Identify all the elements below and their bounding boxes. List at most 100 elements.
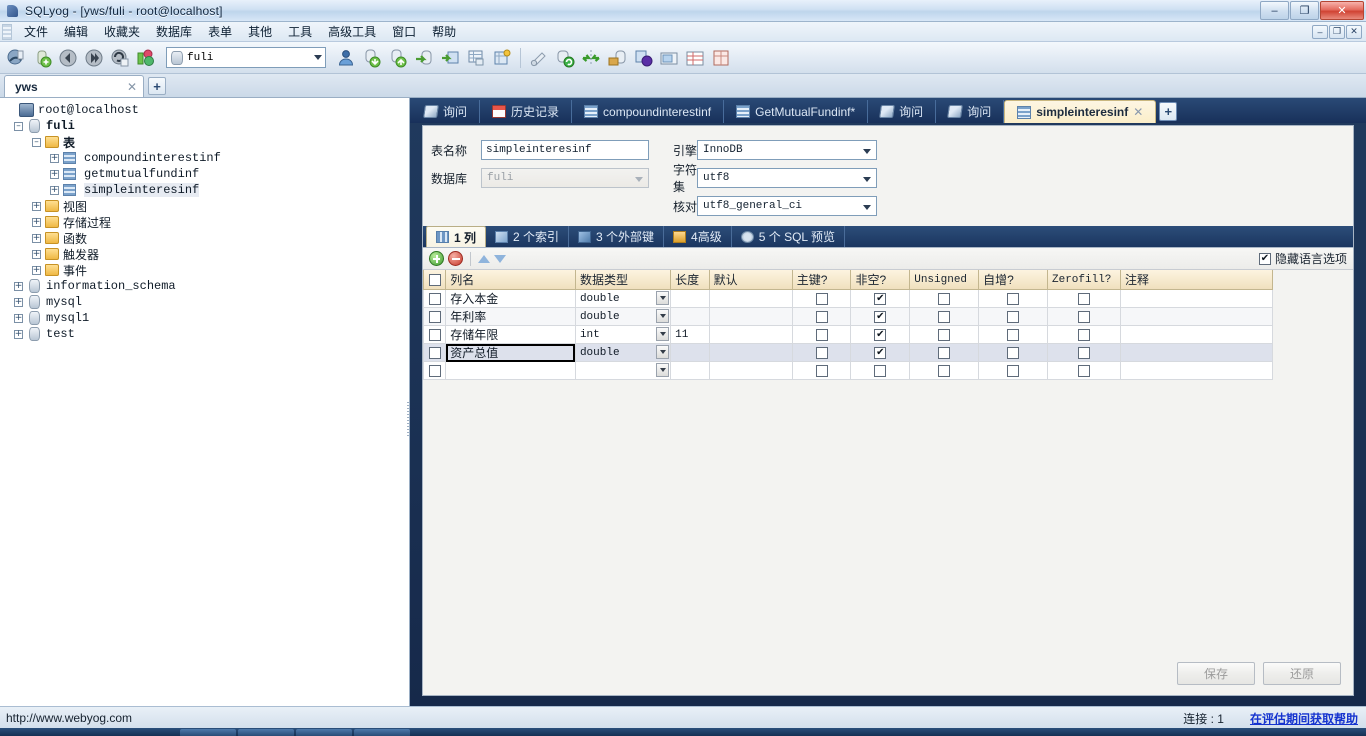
tab-indexes[interactable]: 2 个索引 — [486, 226, 570, 247]
checkbox-icon[interactable] — [815, 364, 828, 377]
compare-icon[interactable] — [579, 46, 603, 70]
header-comment[interactable]: 注释 — [1119, 270, 1274, 290]
user-manager-icon[interactable] — [334, 46, 358, 70]
status-help-link[interactable]: 在评估期间获取帮助 — [1250, 710, 1358, 727]
expand-icon[interactable]: + — [50, 153, 59, 163]
mdi-close-button[interactable]: ✕ — [1346, 24, 1362, 39]
cell-auto-increment[interactable] — [978, 307, 1048, 326]
cell-default[interactable] — [708, 343, 793, 362]
header-length[interactable]: 长度 — [670, 270, 710, 290]
tree-node-events-folder[interactable]: + 事件 — [4, 262, 409, 278]
checkbox-icon[interactable] — [938, 292, 951, 305]
cell-length[interactable] — [670, 307, 710, 326]
cell-datatype[interactable]: double — [574, 307, 672, 326]
chevron-down-icon[interactable] — [656, 327, 670, 341]
row-select-cell[interactable] — [422, 307, 447, 326]
back-icon[interactable] — [56, 46, 80, 70]
header-default[interactable]: 默认 — [708, 270, 793, 290]
menu-item-database[interactable]: 数据库 — [148, 21, 200, 42]
expand-icon[interactable]: + — [32, 249, 41, 259]
cell-not-null[interactable]: ✔ — [850, 307, 911, 326]
checkbox-checked-icon[interactable]: ✔ — [1258, 252, 1271, 265]
database-selector[interactable]: fuli — [166, 47, 326, 68]
cell-zerofill[interactable] — [1047, 343, 1121, 362]
menu-item-others[interactable]: 其他 — [240, 21, 280, 42]
close-icon[interactable]: ✕ — [127, 80, 137, 94]
cell-primary-key[interactable] — [791, 289, 852, 308]
new-editor-tab-button[interactable]: + — [1159, 102, 1178, 121]
tree-node-simpleinteresinf[interactable]: + simpleinteresinf — [4, 182, 409, 198]
cell-unsigned[interactable] — [909, 289, 980, 308]
cell-auto-increment[interactable] — [978, 343, 1048, 362]
cell-auto-increment[interactable] — [978, 361, 1048, 380]
checkbox-icon[interactable] — [815, 328, 828, 341]
checkbox-checked-icon[interactable]: ✔ — [874, 328, 887, 341]
tab-query-2[interactable]: 询问 — [868, 100, 937, 123]
move-down-icon[interactable] — [494, 254, 506, 263]
menu-item-tools[interactable]: 工具 — [280, 21, 320, 42]
menu-item-table[interactable]: 表单 — [200, 21, 240, 42]
cell-primary-key[interactable] — [791, 307, 852, 326]
cell-zerofill[interactable] — [1047, 361, 1121, 380]
cell-datatype[interactable]: int — [574, 325, 672, 344]
table-row[interactable]: 资产总值 double ✔ — [422, 343, 1274, 362]
grid-view-icon[interactable] — [683, 46, 707, 70]
cell-primary-key[interactable] — [791, 343, 852, 362]
notifications-icon[interactable] — [631, 46, 655, 70]
tab-foreign-keys[interactable]: 3 个外部键 — [569, 226, 665, 247]
cell-column-name[interactable]: 年利率 — [445, 307, 576, 326]
forward-icon[interactable] — [82, 46, 106, 70]
checkbox-checked-icon[interactable]: ✔ — [874, 292, 887, 305]
checkbox-icon[interactable] — [1077, 346, 1090, 359]
cell-comment[interactable] — [1119, 325, 1274, 344]
table-name-input[interactable]: simpleinteresinf — [481, 140, 649, 160]
scheduler-icon[interactable] — [657, 46, 681, 70]
checkbox-icon[interactable] — [1077, 292, 1090, 305]
checkbox-icon[interactable] — [428, 364, 441, 377]
cell-not-null[interactable]: ✔ — [850, 343, 911, 362]
cell-datatype[interactable] — [574, 361, 672, 380]
tree-node-views-folder[interactable]: + 视图 — [4, 198, 409, 214]
cell-unsigned[interactable] — [909, 307, 980, 326]
checkbox-icon[interactable] — [1007, 328, 1020, 341]
tree-node-mysql1[interactable]: + mysql1 — [4, 310, 409, 326]
tree-node-tables-folder[interactable]: – 表 — [4, 134, 409, 150]
expand-icon[interactable]: + — [32, 233, 41, 243]
header-column-name[interactable]: 列名 — [445, 270, 576, 290]
cell-unsigned[interactable] — [909, 325, 980, 344]
cell-column-name[interactable]: 资产总值 — [445, 343, 576, 362]
cell-datatype[interactable]: double — [574, 343, 672, 362]
cell-default[interactable] — [708, 307, 793, 326]
cell-primary-key[interactable] — [791, 325, 852, 344]
cell-length[interactable] — [670, 343, 710, 362]
checkbox-icon[interactable] — [1007, 310, 1020, 323]
checkbox-icon[interactable] — [428, 310, 441, 323]
menu-item-powertools[interactable]: 高级工具 — [320, 21, 384, 42]
menu-item-favorites[interactable]: 收藏夹 — [96, 21, 148, 42]
menu-item-edit[interactable]: 编辑 — [56, 21, 96, 42]
cell-default[interactable] — [708, 361, 793, 380]
export-icon[interactable] — [386, 46, 410, 70]
tab-history[interactable]: 历史记录 — [480, 100, 573, 123]
taskbar-item[interactable] — [180, 729, 236, 736]
tree-node-root[interactable]: root@localhost — [4, 102, 409, 118]
header-not-null[interactable]: 非空? — [850, 270, 911, 290]
new-connection-tab-button[interactable]: + — [148, 77, 166, 95]
collapse-icon[interactable]: – — [32, 137, 41, 147]
color-tools-icon[interactable] — [134, 46, 158, 70]
row-select-cell[interactable] — [422, 325, 447, 344]
expand-icon[interactable]: + — [32, 217, 41, 227]
checkbox-icon[interactable] — [938, 328, 951, 341]
import-icon[interactable] — [360, 46, 384, 70]
checkbox-checked-icon[interactable]: ✔ — [874, 346, 887, 359]
schema-key-icon[interactable] — [490, 46, 514, 70]
delete-row-icon[interactable] — [448, 251, 463, 266]
checkbox-icon[interactable] — [815, 292, 828, 305]
close-icon[interactable]: ✕ — [1133, 105, 1143, 119]
cell-column-name[interactable]: 存入本金 — [445, 289, 576, 308]
header-auto-increment[interactable]: 自增? — [978, 270, 1048, 290]
collation-select[interactable]: utf8_general_ci — [697, 196, 877, 216]
header-primary-key[interactable]: 主键? — [791, 270, 852, 290]
checkbox-icon[interactable] — [815, 346, 828, 359]
charset-select[interactable]: utf8 — [697, 168, 877, 188]
